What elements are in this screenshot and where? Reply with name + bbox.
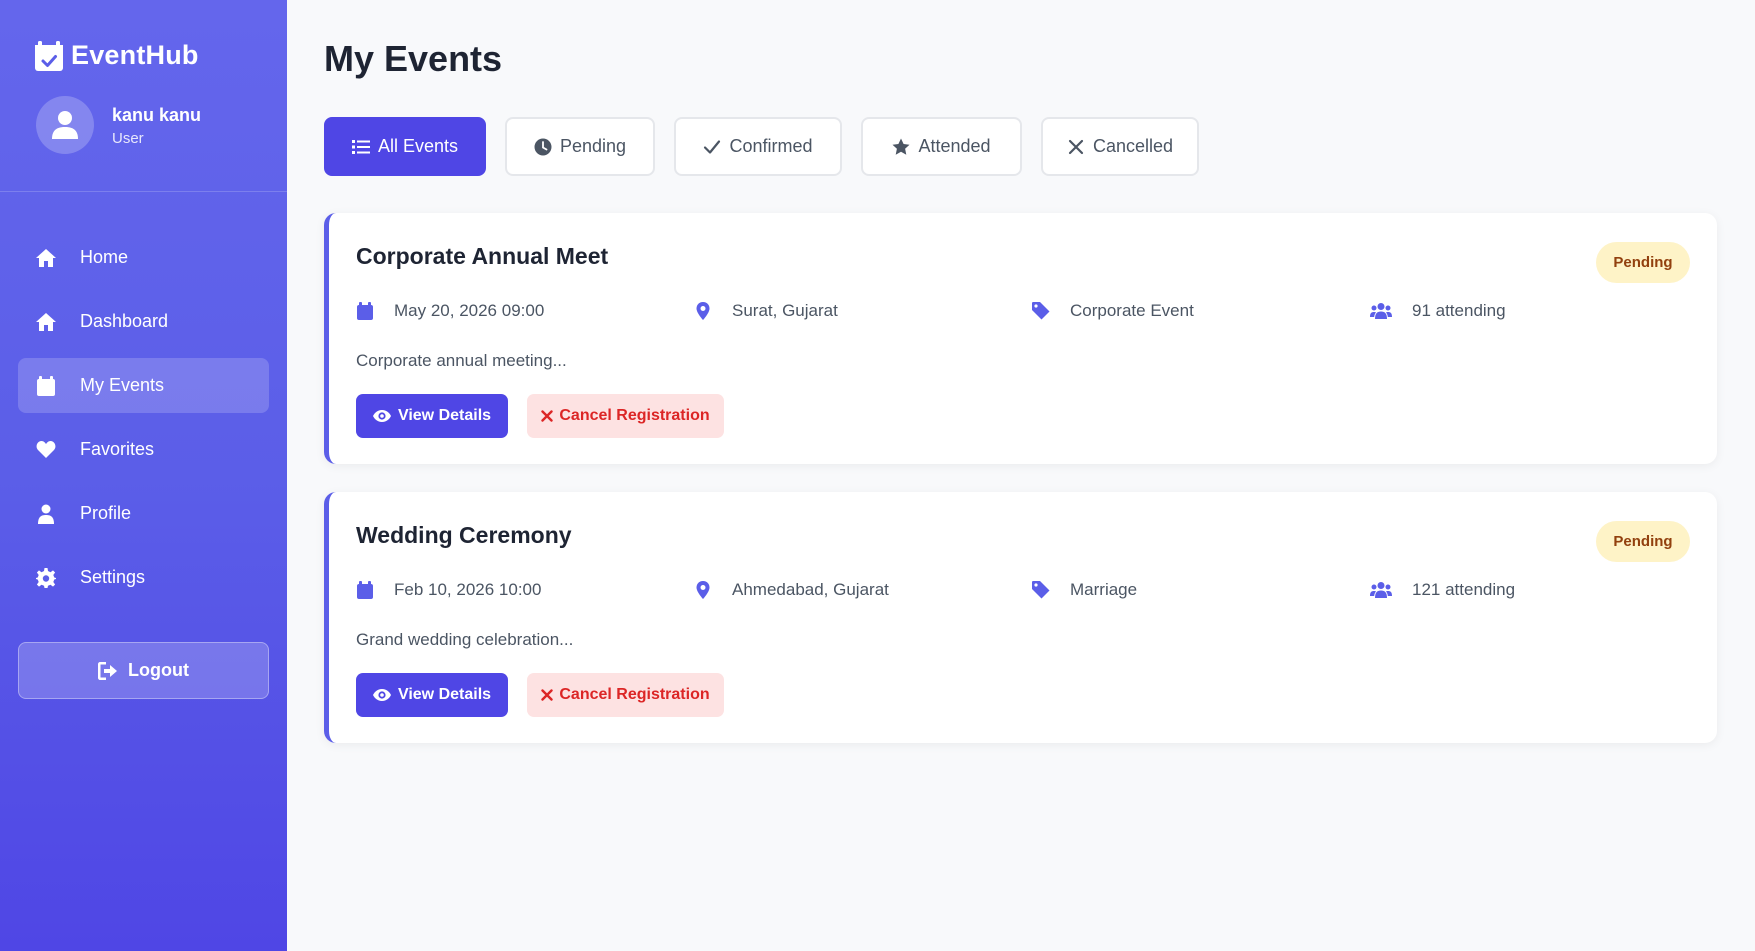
tab-label: Cancelled	[1092, 136, 1174, 156]
clock-icon	[534, 138, 552, 155]
calendar-check-icon	[35, 40, 63, 71]
logout-label: Logout	[128, 660, 189, 680]
tab-label: Pending	[559, 136, 627, 156]
event-attendance-text: 91 attending	[1412, 301, 1506, 320]
tag-icon	[1032, 581, 1050, 599]
user-profile-summary: kanu kanu User	[36, 96, 201, 154]
map-pin-icon	[696, 581, 710, 599]
list-icon	[351, 139, 370, 154]
sidebar-item-label: Home	[80, 247, 129, 267]
x-icon	[541, 410, 554, 422]
status-badge: Pending	[1596, 242, 1690, 283]
event-title: Corporate Annual Meet	[356, 243, 609, 269]
tab-label: All Events	[377, 136, 459, 156]
event-attendance: 91 attending	[1370, 301, 1506, 321]
heart-icon	[36, 440, 56, 460]
tag-icon	[1032, 302, 1050, 320]
sidebar-item-settings[interactable]: Settings	[18, 550, 269, 605]
event-category: Marriage	[1032, 580, 1137, 600]
home-icon	[36, 248, 56, 268]
sidebar-item-home[interactable]: Home	[18, 230, 269, 285]
event-description: Grand wedding celebration...	[356, 630, 574, 649]
event-location: Surat, Gujarat	[694, 301, 838, 321]
users-icon	[1370, 582, 1392, 598]
view-details-button[interactable]: View Details	[356, 394, 508, 438]
sidebar-divider	[0, 191, 287, 192]
cancel-registration-button[interactable]: Cancel Registration	[527, 394, 724, 438]
users-icon	[1370, 303, 1392, 319]
eye-icon	[372, 689, 391, 701]
x-icon	[1068, 139, 1084, 154]
sidebar-item-favorites[interactable]: Favorites	[18, 422, 269, 477]
avatar	[36, 96, 94, 154]
tab-label: Attended	[918, 136, 991, 156]
sidebar-item-label: Profile	[80, 503, 132, 523]
sidebar: EventHub kanu kanu User Home Dashboard M…	[0, 0, 287, 951]
user-icon	[36, 504, 56, 524]
tab-confirmed[interactable]: Confirmed	[674, 117, 842, 176]
sidebar-item-label: My Events	[80, 375, 165, 395]
event-location-text: Ahmedabad, Gujarat	[732, 580, 889, 599]
cancel-registration-button[interactable]: Cancel Registration	[527, 673, 724, 717]
view-details-label: View Details	[397, 407, 492, 424]
brand-name: EventHub	[71, 40, 199, 70]
logout-button[interactable]: Logout	[18, 642, 269, 699]
home-icon	[36, 312, 56, 332]
brand-logo[interactable]: EventHub	[35, 40, 199, 71]
page-title: My Events	[324, 38, 503, 79]
event-category: Corporate Event	[1032, 301, 1194, 321]
sidebar-item-dashboard[interactable]: Dashboard	[18, 294, 269, 349]
view-details-label: View Details	[397, 686, 492, 703]
tab-attended[interactable]: Attended	[861, 117, 1022, 176]
status-badge: Pending	[1596, 521, 1690, 562]
event-date: May 20, 2026 09:00	[356, 301, 544, 321]
event-card: Wedding Ceremony Pending Feb 10, 2026 10…	[324, 492, 1717, 743]
x-icon	[541, 689, 554, 701]
event-card: Corporate Annual Meet Pending May 20, 20…	[324, 213, 1717, 464]
calendar-icon	[357, 581, 373, 599]
sidebar-item-label: Settings	[80, 567, 146, 587]
tab-pending[interactable]: Pending	[505, 117, 655, 176]
user-role: User	[112, 129, 144, 147]
event-category-text: Corporate Event	[1070, 301, 1194, 320]
cancel-registration-label: Cancel Registration	[559, 407, 710, 424]
tab-label: Confirmed	[729, 136, 813, 156]
event-date-text: Feb 10, 2026 10:00	[394, 580, 542, 599]
cancel-registration-label: Cancel Registration	[559, 686, 710, 703]
tab-all-events[interactable]: All Events	[324, 117, 486, 176]
event-location: Ahmedabad, Gujarat	[694, 580, 889, 600]
map-pin-icon	[696, 302, 710, 320]
sidebar-item-profile[interactable]: Profile	[18, 486, 269, 541]
event-attendance-text: 121 attending	[1412, 580, 1516, 599]
sidebar-item-my-events[interactable]: My Events	[18, 358, 269, 413]
view-details-button[interactable]: View Details	[356, 673, 508, 717]
calendar-icon	[357, 302, 373, 320]
check-icon	[704, 139, 721, 154]
event-location-text: Surat, Gujarat	[732, 301, 838, 320]
calendar-icon	[36, 375, 56, 396]
sidebar-item-label: Dashboard	[80, 311, 169, 331]
event-description: Corporate annual meeting...	[356, 351, 567, 370]
event-title: Wedding Ceremony	[356, 522, 572, 548]
sidebar-item-label: Favorites	[80, 439, 155, 459]
event-attendance: 121 attending	[1370, 580, 1515, 600]
eye-icon	[372, 410, 391, 422]
star-icon	[892, 138, 910, 155]
event-filter-tabs: All Events Pending Confirmed Attended Ca…	[324, 117, 1218, 176]
event-category-text: Marriage	[1070, 580, 1138, 599]
gear-icon	[36, 567, 56, 588]
event-date-text: May 20, 2026 09:00	[394, 301, 545, 320]
sidebar-nav: Home Dashboard My Events Favorites Profi…	[18, 230, 269, 614]
sign-out-icon	[98, 661, 117, 680]
event-date: Feb 10, 2026 10:00	[356, 580, 541, 600]
user-name: kanu kanu	[112, 104, 202, 125]
tab-cancelled[interactable]: Cancelled	[1041, 117, 1199, 176]
user-icon	[52, 111, 78, 139]
